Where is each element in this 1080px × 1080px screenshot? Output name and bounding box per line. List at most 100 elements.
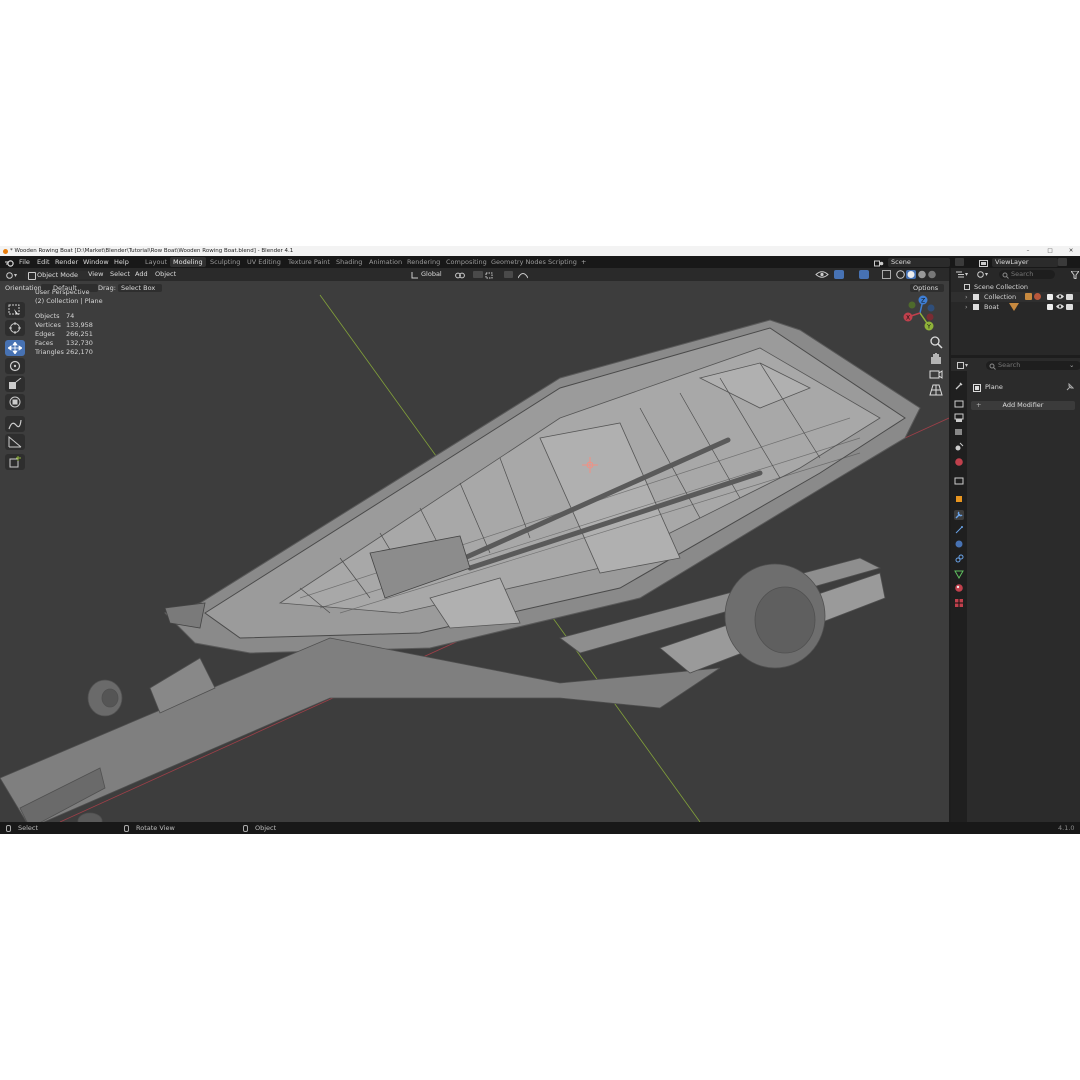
add-cube-tool[interactable]	[5, 454, 25, 470]
search-icon	[989, 363, 996, 372]
outliner-row-collection[interactable]: › Collection	[951, 292, 1080, 302]
tab-rendering[interactable]: Rendering	[404, 257, 443, 267]
menu-object[interactable]: Object	[155, 268, 176, 281]
menu-add[interactable]: Add	[135, 268, 148, 281]
tab-view-layer-icon[interactable]	[954, 427, 964, 437]
pan-hand-icon[interactable]	[929, 351, 945, 365]
measure-tool[interactable]	[5, 434, 25, 450]
menu-render[interactable]: Render	[55, 256, 78, 268]
display-mode-icon[interactable]	[977, 271, 989, 280]
view-layer-selector[interactable]: ViewLayer	[992, 257, 1058, 267]
tab-tool-icon[interactable]	[954, 381, 964, 391]
tab-material-icon[interactable]	[954, 583, 964, 593]
viewport-header: Object Mode View Select Add Object Globa…	[0, 268, 949, 281]
tab-object-icon[interactable]	[954, 494, 964, 504]
cursor-tool[interactable]	[5, 320, 25, 336]
tab-scripting[interactable]: Scripting	[545, 257, 580, 267]
maximize-button[interactable]: □	[1043, 246, 1057, 256]
mouse-middle-icon	[124, 825, 129, 832]
3d-viewport[interactable]: Object Mode View Select Add Object Globa…	[0, 268, 949, 822]
tab-uv-editing[interactable]: UV Editing	[244, 257, 284, 267]
perspective-toggle-icon[interactable]	[929, 383, 945, 397]
proportional-edit-icon[interactable]	[504, 271, 513, 278]
tab-texture-icon[interactable]	[954, 598, 964, 608]
blender-version: 4.1.0	[1058, 824, 1075, 832]
outliner-editor-icon[interactable]	[956, 271, 968, 280]
tab-physics-icon[interactable]	[954, 539, 964, 549]
expand-chevron-icon[interactable]: ›	[965, 292, 968, 302]
exclude-checkbox[interactable]	[1047, 294, 1053, 300]
material-icon	[1034, 293, 1041, 300]
transform-tool[interactable]	[5, 394, 25, 410]
stat-edges-value: 266,251	[66, 330, 93, 338]
stat-edges-label: Edges	[35, 330, 55, 338]
zoom-icon[interactable]	[929, 335, 945, 349]
filter-icon[interactable]	[1070, 270, 1080, 281]
scale-tool[interactable]	[5, 376, 25, 392]
tab-shading[interactable]: Shading	[333, 257, 365, 267]
tab-collection-icon[interactable]	[954, 476, 964, 486]
properties-search-input[interactable]: Search	[986, 361, 1080, 370]
camera-view-icon[interactable]	[929, 367, 945, 381]
exclude-checkbox[interactable]	[1047, 304, 1053, 310]
plus-icon: +	[976, 401, 982, 409]
navigation-gizmo[interactable]: Z Y X	[900, 293, 940, 335]
properties-editor-icon[interactable]	[957, 362, 969, 371]
search-icon	[1002, 272, 1009, 281]
scene-collection-icon	[964, 284, 970, 290]
transform-orientation-selector[interactable]: Global	[421, 268, 442, 281]
tab-compositing[interactable]: Compositing	[443, 257, 490, 267]
tab-texture-paint[interactable]: Texture Paint	[285, 257, 333, 267]
tab-modifier-icon[interactable]	[954, 510, 964, 520]
close-button[interactable]: ✕	[1064, 246, 1078, 256]
tab-data-icon[interactable]	[954, 569, 964, 580]
collection-info: (2) Collection | Plane	[35, 297, 103, 305]
add-modifier-button[interactable]: + Add Modifier	[971, 401, 1075, 410]
gizmo-toggle-icon[interactable]	[834, 270, 844, 279]
scene-selector[interactable]: Scene	[888, 257, 950, 267]
scene-collection-label: Scene Collection	[974, 283, 1029, 291]
move-tool[interactable]	[5, 340, 25, 356]
tab-world-icon[interactable]	[954, 457, 964, 467]
overlay-toggle-icon[interactable]	[859, 270, 869, 279]
annotate-tool[interactable]	[5, 416, 25, 432]
tab-animation[interactable]: Animation	[366, 257, 405, 267]
outliner-row-scene-collection[interactable]: Scene Collection	[951, 282, 1080, 292]
menu-window[interactable]: Window	[83, 256, 109, 268]
tab-render-icon[interactable]	[954, 399, 964, 409]
expand-chevron-icon[interactable]: ›	[965, 302, 968, 312]
blender-menu-icon[interactable]	[5, 259, 14, 267]
tab-particles-icon[interactable]	[954, 525, 964, 535]
tab-scene-icon[interactable]	[954, 442, 964, 452]
render-camera-icon[interactable]	[1066, 304, 1073, 310]
menu-view[interactable]: View	[88, 268, 103, 281]
menu-edit[interactable]: Edit	[37, 256, 50, 268]
tab-output-icon[interactable]	[954, 413, 964, 423]
viewport-scene[interactable]	[0, 268, 949, 822]
tab-layout[interactable]: Layout	[142, 257, 170, 267]
menu-help[interactable]: Help	[114, 256, 129, 268]
render-camera-icon[interactable]	[1066, 294, 1073, 300]
drag-selector[interactable]: Select Box	[118, 284, 162, 292]
pin-icon[interactable]	[1066, 382, 1075, 393]
new-scene-icon[interactable]	[955, 258, 964, 266]
stat-faces-value: 132,730	[66, 339, 93, 347]
eye-icon[interactable]	[1056, 303, 1064, 313]
xray-toggle-icon[interactable]	[882, 270, 891, 279]
rotate-tool[interactable]	[5, 358, 25, 374]
new-view-layer-icon[interactable]	[1058, 258, 1067, 266]
chevron-down-icon[interactable]: ⌄	[1069, 361, 1074, 369]
add-workspace-button[interactable]: +	[578, 257, 589, 267]
snap-toggle-icon[interactable]	[473, 271, 483, 278]
select-box-tool[interactable]	[5, 302, 25, 318]
menu-select[interactable]: Select	[110, 268, 130, 281]
menu-file[interactable]: File	[19, 256, 30, 268]
tab-constraints-icon[interactable]	[954, 554, 964, 564]
mouse-right-icon	[243, 825, 248, 832]
minimize-button[interactable]: –	[1021, 246, 1035, 256]
tab-sculpting[interactable]: Sculpting	[207, 257, 243, 267]
outliner-row-boat[interactable]: › Boat	[951, 302, 1080, 312]
tab-modeling[interactable]: Modeling	[170, 257, 206, 267]
tab-geometry-nodes[interactable]: Geometry Nodes	[488, 257, 549, 267]
options-button[interactable]: Options	[910, 284, 944, 292]
